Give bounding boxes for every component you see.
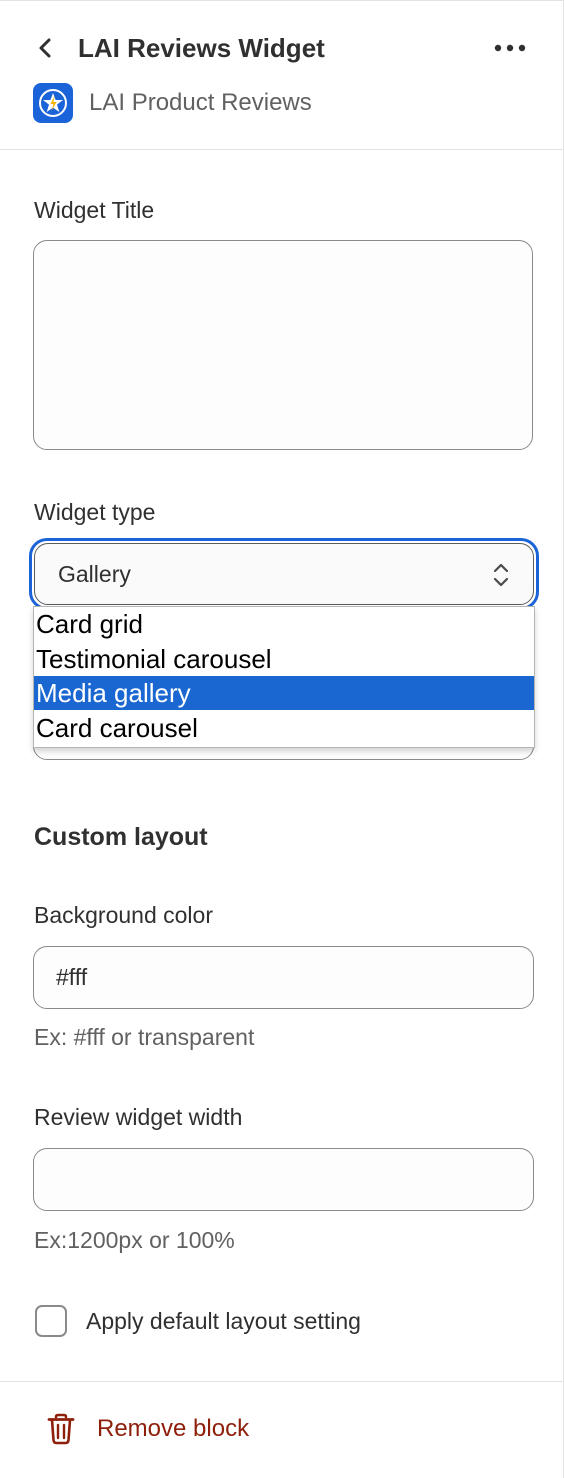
widget-type-selected-value: Gallery — [58, 561, 131, 587]
review-widget-width-help: Ex:1200px or 100% — [34, 1227, 235, 1253]
review-widget-width-label: Review widget width — [34, 1104, 243, 1130]
option-card-grid[interactable]: Card grid — [34, 607, 534, 641]
apply-default-layout-label[interactable]: Apply default layout setting — [86, 1305, 361, 1337]
custom-layout-heading: Custom layout — [34, 823, 208, 851]
ellipsis-icon — [494, 44, 526, 52]
app-name: LAI Product Reviews — [89, 89, 312, 116]
app-logo — [33, 83, 73, 123]
chevron-left-icon — [39, 38, 51, 58]
trash-icon[interactable] — [47, 1413, 75, 1445]
back-button[interactable] — [30, 30, 60, 66]
widget-title-label: Widget Title — [34, 197, 155, 223]
widget-type-label: Widget type — [34, 499, 156, 525]
background-color-input[interactable] — [33, 946, 534, 1009]
background-color-help: Ex: #fff or transparent — [34, 1024, 255, 1050]
header-divider — [0, 149, 564, 150]
option-media-gallery[interactable]: Media gallery — [34, 676, 534, 710]
option-card-carousel[interactable]: Card carousel — [34, 711, 534, 745]
select-chevrons-icon — [493, 563, 509, 587]
block-settings-panel: LAI Reviews Widget LAI Product Reviews W… — [0, 0, 564, 1478]
option-testimonial-carousel[interactable]: Testimonial carousel — [34, 642, 534, 676]
widget-title-textarea[interactable] — [33, 240, 533, 450]
apply-default-layout-checkbox[interactable] — [35, 1305, 67, 1337]
block-title: LAI Reviews Widget — [78, 33, 325, 63]
star-bolt-icon — [39, 89, 67, 117]
more-actions-button[interactable] — [490, 34, 530, 62]
background-color-label: Background color — [34, 902, 213, 928]
footer-divider — [0, 1381, 564, 1382]
panel-top-border — [0, 0, 564, 1]
review-widget-width-input[interactable] — [33, 1148, 534, 1211]
widget-type-select[interactable]: Gallery — [34, 543, 534, 605]
remove-block-button[interactable]: Remove block — [97, 1413, 249, 1445]
widget-type-dropdown: Card grid Testimonial carousel Media gal… — [33, 606, 535, 748]
